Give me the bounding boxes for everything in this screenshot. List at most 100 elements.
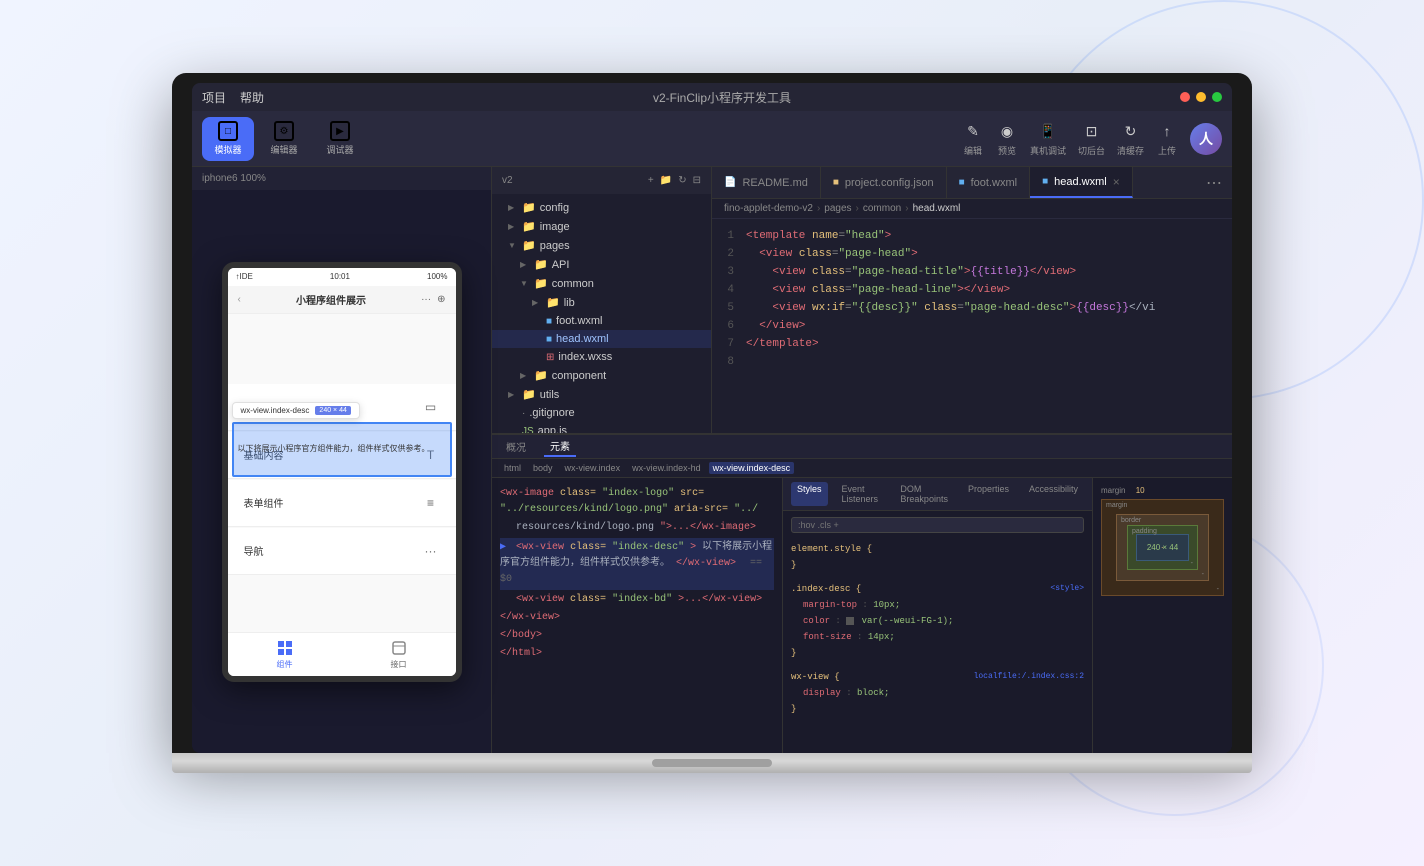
action-preview[interactable]: ◉ 预览: [996, 120, 1018, 157]
html-line-body: </body>: [500, 628, 774, 644]
arrow-icon: ▶: [520, 371, 530, 380]
phone-bottom-nav: 组件 接口: [228, 632, 456, 676]
tree-item-index-wxss[interactable]: ⊞ index.wxss: [492, 348, 711, 366]
simulate-button[interactable]: □ 模拟器: [202, 117, 254, 161]
tree-item-head-wxml[interactable]: ■ head.wxml: [492, 330, 711, 348]
tree-item-api[interactable]: ▶ 📁 API: [492, 255, 711, 274]
line-number: 7: [712, 335, 742, 353]
tab-close-icon[interactable]: ×: [1113, 175, 1120, 189]
tree-label: lib: [564, 297, 575, 309]
line-number: 8: [712, 353, 742, 371]
phone-nav-components[interactable]: 组件: [276, 639, 294, 670]
margin-box: margin 10 border -: [1101, 499, 1224, 596]
close-button[interactable]: [1180, 92, 1190, 102]
code-line-3: 3 <view class="page-head-title">{{title}…: [712, 263, 1232, 281]
phone-content: wx-view.index-desc 240 × 44 以下将展示小程序官方组件…: [228, 314, 456, 632]
styles-tab-accessibility[interactable]: Accessibility: [1023, 482, 1084, 506]
tree-label: config: [540, 202, 569, 214]
bc-wx-view-index-hd[interactable]: wx-view.index-hd: [628, 462, 705, 474]
debug-label: 调试器: [326, 143, 353, 156]
tree-item-common[interactable]: ▼ 📁 common: [492, 274, 711, 293]
menu-item-project[interactable]: 项目: [202, 89, 226, 106]
breadcrumb-file: head.wxml: [913, 203, 961, 214]
styles-tab-listeners[interactable]: Event Listeners: [836, 482, 887, 506]
bc-wx-view-index-desc[interactable]: wx-view.index-desc: [709, 462, 795, 474]
window-controls: [1180, 92, 1222, 102]
tree-item-foot-wxml[interactable]: ■ foot.wxml: [492, 312, 711, 330]
tab-readme[interactable]: 📄 README.md: [712, 167, 821, 198]
tabs-more-button[interactable]: ⋯: [1196, 173, 1232, 193]
laptop-container: 项目 帮助 v2-FinClip小程序开发工具 □: [172, 73, 1252, 793]
laptop-screen-outer: 项目 帮助 v2-FinClip小程序开发工具 □: [172, 73, 1252, 753]
file-tree-header: v2 + 📁 ↻ ⊟: [492, 167, 711, 194]
file-folder-icon[interactable]: 📁: [660, 175, 672, 186]
arrow-icon: ▶: [508, 222, 518, 231]
phone-nav-bar: ‹ 小程序组件展示 ··· ⊕: [228, 286, 456, 314]
action-cut-bg[interactable]: ⊡ 切后台: [1078, 120, 1105, 157]
bc-body[interactable]: body: [529, 462, 557, 474]
tree-item-gitignore[interactable]: · .gitignore: [492, 404, 711, 422]
tree-item-pages[interactable]: ▼ 📁 pages: [492, 236, 711, 255]
html-line-close-view: </wx-view>: [500, 610, 774, 626]
laptop-base: [172, 753, 1252, 773]
tree-item-lib[interactable]: ▶ 📁 lib: [492, 293, 711, 312]
file-new-icon[interactable]: +: [648, 175, 654, 186]
phone-action-icon[interactable]: ⊕: [437, 294, 445, 305]
styles-tab-dom-breakpoints[interactable]: DOM Breakpoints: [894, 482, 954, 506]
user-avatar[interactable]: 人: [1190, 123, 1222, 155]
tree-item-component[interactable]: ▶ 📁 component: [492, 366, 711, 385]
styles-filter-input[interactable]: [791, 517, 1084, 533]
line-number: 4: [712, 281, 742, 299]
arrow-icon: ▶: [520, 260, 530, 269]
styles-tabs-bar: Styles Event Listeners DOM Breakpoints P…: [783, 478, 1092, 511]
css-block-wx-view: wx-view { localfile:/.index.css:2 displa…: [791, 669, 1084, 717]
devtools-tab-console[interactable]: 元素: [544, 436, 576, 457]
html-line-html: </html>: [500, 646, 774, 662]
selected-text: 以下将展示小程序官方组件能力，组件样式仅供参考。: [238, 444, 430, 454]
file-refresh-icon[interactable]: ↻: [678, 175, 686, 186]
devtools-tab-elements[interactable]: 概况: [500, 437, 532, 456]
file-tree-actions: + 📁 ↻ ⊟: [648, 175, 701, 186]
action-clear-cache[interactable]: ↻ 清缓存: [1117, 120, 1144, 157]
minimize-button[interactable]: [1196, 92, 1206, 102]
css-prop-margin-top: margin-top : 10px;: [791, 597, 1084, 613]
list-item-nav[interactable]: 导航 ···: [228, 528, 456, 575]
bc-html[interactable]: html: [500, 462, 525, 474]
arrow-icon: ▼: [520, 279, 530, 288]
action-upload[interactable]: ↑ 上传: [1156, 120, 1178, 157]
tree-item-utils[interactable]: ▶ 📁 utils: [492, 385, 711, 404]
editor-tabs: 📄 README.md ■ project.config.json ■: [712, 167, 1232, 199]
tab-head-wxml[interactable]: ■ head.wxml ×: [1030, 167, 1133, 198]
device-debug-icon: 📱: [1037, 120, 1059, 142]
editor-breadcrumb: fino-applet-demo-v2 › pages › common › h…: [712, 199, 1232, 219]
devtools-breadcrumb: html body wx-view.index wx-view.index-hd…: [492, 459, 1232, 478]
tab-icon: ■: [833, 177, 839, 188]
maximize-button[interactable]: [1212, 92, 1222, 102]
menu-item-help[interactable]: 帮助: [240, 89, 264, 106]
phone-menu-icon[interactable]: ···: [421, 294, 431, 305]
tree-item-config[interactable]: ▶ 📁 config: [492, 198, 711, 217]
arrow-icon: ▶: [532, 298, 542, 307]
action-device-debug[interactable]: 📱 真机调试: [1030, 120, 1066, 157]
phone-nav-interface[interactable]: 接口: [390, 639, 408, 670]
styles-tab-properties[interactable]: Properties: [962, 482, 1015, 506]
styles-tab-styles[interactable]: Styles: [791, 482, 828, 506]
editor-button[interactable]: ⚙ 编辑器: [258, 117, 310, 161]
tree-item-app-js[interactable]: JS app.js: [492, 422, 711, 433]
tab-project-config[interactable]: ■ project.config.json: [821, 167, 947, 198]
bc-wx-view-index[interactable]: wx-view.index: [561, 462, 625, 474]
list-item-form[interactable]: 表单组件 ≡: [228, 480, 456, 527]
edit-label: 编辑: [964, 144, 982, 157]
debug-button[interactable]: ▶ 调试器: [314, 117, 366, 161]
wxml-icon: ■: [546, 334, 552, 345]
list-label-2: 表单组件: [244, 495, 284, 510]
padding-val: -: [1161, 544, 1163, 551]
selected-text-overlay: 以下将展示小程序官方组件能力，组件样式仅供参考。: [232, 422, 452, 477]
cut-bg-icon: ⊡: [1080, 120, 1102, 142]
code-editor[interactable]: 1 <template name="head"> 2 <view class="…: [712, 219, 1232, 433]
tree-item-image[interactable]: ▶ 📁 image: [492, 217, 711, 236]
tab-foot-wxml[interactable]: ■ foot.wxml: [947, 167, 1031, 198]
code-line-1: 1 <template name="head">: [712, 227, 1232, 245]
action-edit[interactable]: ✎ 编辑: [962, 120, 984, 157]
file-collapse-icon[interactable]: ⊟: [693, 175, 701, 186]
